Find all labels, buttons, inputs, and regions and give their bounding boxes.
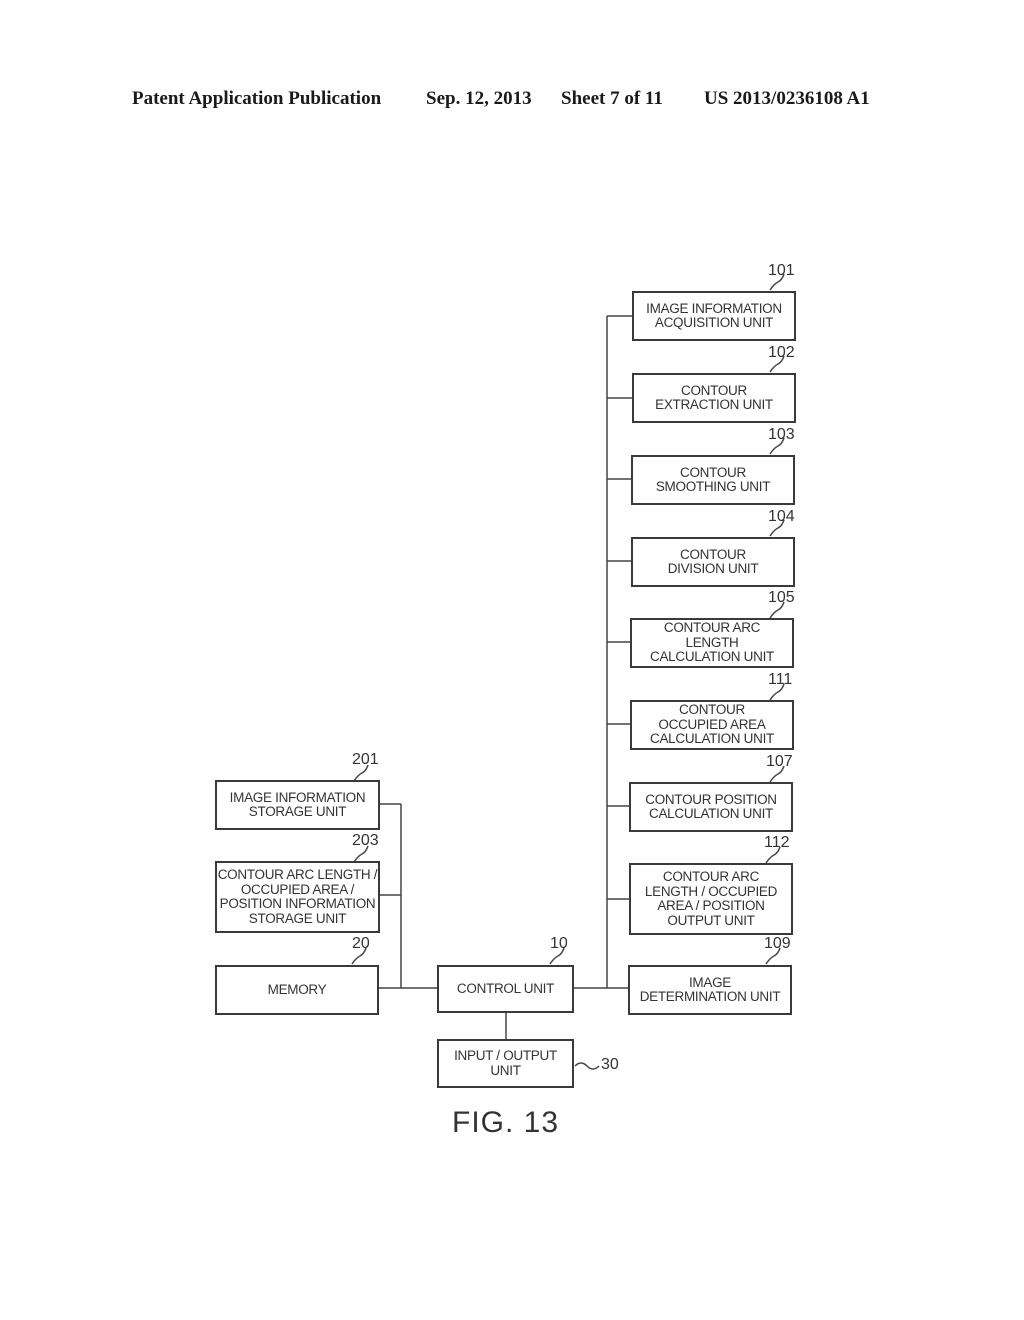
ref-102: 102	[768, 344, 795, 361]
ref-111: 111	[768, 671, 793, 688]
ref-10: 10	[550, 935, 568, 952]
leader-30	[574, 1062, 600, 1070]
ref-203: 203	[352, 832, 379, 849]
unit-105-box: CONTOUR ARC LENGTH CALCULATION UNIT	[630, 618, 794, 668]
unit-203-box: CONTOUR ARC LENGTH / OCCUPIED AREA / POS…	[215, 861, 380, 933]
unit-112-box: CONTOUR ARC LENGTH / OCCUPIED AREA / POS…	[629, 863, 793, 935]
io-unit-box: INPUT / OUTPUT UNIT	[437, 1039, 574, 1088]
ref-105: 105	[768, 589, 795, 606]
ref-20: 20	[352, 935, 370, 952]
ref-103: 103	[768, 426, 795, 443]
ref-30: 30	[601, 1056, 619, 1073]
ref-112: 112	[764, 834, 790, 851]
ref-104: 104	[768, 508, 795, 525]
control-unit-box: CONTROL UNIT	[437, 965, 574, 1013]
unit-109-box: IMAGE DETERMINATION UNIT	[628, 965, 792, 1015]
unit-201-box: IMAGE INFORMATION STORAGE UNIT	[215, 780, 380, 830]
figure-caption: FIG. 13	[452, 1106, 560, 1139]
memory-box: MEMORY	[215, 965, 379, 1015]
unit-101-box: IMAGE INFORMATION ACQUISITION UNIT	[632, 291, 796, 341]
unit-111-box: CONTOUR OCCUPIED AREA CALCULATION UNIT	[630, 700, 794, 750]
ref-201: 201	[352, 751, 379, 768]
unit-103-box: CONTOUR SMOOTHING UNIT	[631, 455, 795, 505]
unit-104-box: CONTOUR DIVISION UNIT	[631, 537, 795, 587]
unit-102-box: CONTOUR EXTRACTION UNIT	[632, 373, 796, 423]
ref-107: 107	[766, 753, 793, 770]
ref-101: 101	[768, 262, 795, 279]
ref-109: 109	[764, 935, 791, 952]
unit-107-box: CONTOUR POSITION CALCULATION UNIT	[629, 782, 793, 832]
